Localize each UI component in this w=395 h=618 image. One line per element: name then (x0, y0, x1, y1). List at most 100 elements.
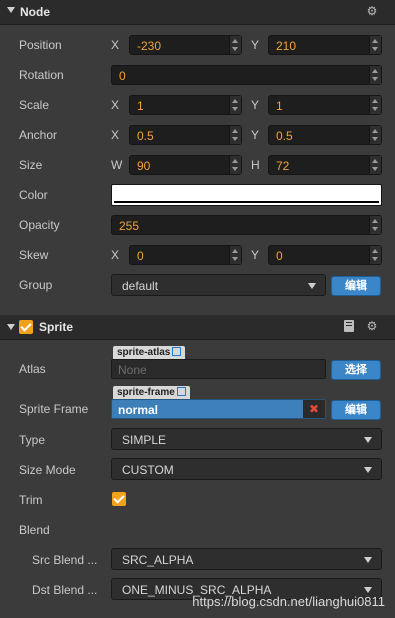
external-link-icon[interactable] (172, 347, 182, 356)
anchor-label: Anchor (19, 128, 58, 142)
group-label: Group (19, 278, 53, 292)
sprite-enabled-checkbox[interactable] (19, 320, 33, 334)
src-blend-select[interactable]: SRC_ALPHA (111, 548, 382, 570)
skew-x-input[interactable]: 0 (129, 245, 242, 265)
scale-y-input[interactable]: 1 (268, 95, 382, 115)
scale-label: Scale (19, 98, 50, 112)
rotation-value: 0 (119, 69, 126, 83)
anchor-y-axis-label: Y (251, 128, 260, 142)
clear-x-icon[interactable]: ✖ (303, 400, 325, 418)
skew-y-input[interactable]: 0 (268, 245, 382, 265)
dst-blend-label: Dst Blend ... (32, 583, 98, 597)
stepper-icon[interactable] (369, 96, 381, 114)
rotation-input[interactable]: 0 (111, 65, 382, 85)
type-select[interactable]: SIMPLE (111, 428, 382, 450)
stepper-icon[interactable] (369, 246, 381, 264)
node-title: Node (20, 5, 50, 19)
sprite-frame-tag-text: sprite-frame (117, 387, 175, 398)
anchor-y-value: 0.5 (276, 129, 293, 143)
size-height-value: 72 (276, 159, 290, 173)
color-label: Color (19, 188, 48, 202)
position-y-axis-label: Y (251, 38, 260, 52)
collapse-caret-icon[interactable] (7, 7, 15, 13)
sprite-frame-edit-button[interactable]: 编辑 (331, 400, 381, 420)
size-height-input[interactable]: 72 (268, 155, 382, 175)
skew-y-axis-label: Y (251, 248, 260, 262)
type-label: Type (19, 433, 46, 447)
anchor-x-input[interactable]: 0.5 (129, 125, 242, 145)
size-label: Size (19, 158, 43, 172)
stepper-icon[interactable] (229, 126, 241, 144)
stepper-icon[interactable] (229, 246, 241, 264)
size-width-input[interactable]: 90 (129, 155, 242, 175)
scale-x-axis-label: X (111, 98, 120, 112)
gear-icon[interactable]: ⚙ (365, 319, 379, 333)
anchor-x-value: 0.5 (137, 129, 154, 143)
position-y-input[interactable]: 210 (268, 35, 382, 55)
position-y-value: 210 (276, 39, 297, 53)
src-blend-label: Src Blend ... (32, 553, 98, 567)
dropdown-arrow-icon (364, 557, 372, 563)
scale-x-input[interactable]: 1 (129, 95, 242, 115)
sprite-frame-asset-field[interactable]: normal ✖ (111, 399, 326, 419)
size-h-axis-label: H (251, 158, 260, 172)
sprite-atlas-tag: sprite-atlas (113, 346, 186, 360)
sprite-title: Sprite (39, 320, 74, 334)
stepper-icon[interactable] (369, 156, 381, 174)
scale-x-value: 1 (137, 99, 144, 113)
group-select[interactable]: default (111, 274, 326, 296)
sprite-frame-asset-value: normal (118, 403, 159, 417)
stepper-icon[interactable] (369, 216, 381, 234)
scale-y-value: 1 (276, 99, 283, 113)
group-select-value: default (122, 279, 159, 293)
src-blend-select-value: SRC_ALPHA (122, 553, 194, 567)
stepper-icon[interactable] (229, 96, 241, 114)
stepper-icon[interactable] (229, 156, 241, 174)
size-mode-select[interactable]: CUSTOM (111, 458, 382, 480)
type-select-value: SIMPLE (122, 433, 167, 447)
opacity-value: 255 (119, 219, 140, 233)
trim-label: Trim (19, 493, 43, 507)
skew-y-value: 0 (276, 249, 283, 263)
sprite-frame-tag: sprite-frame (113, 386, 190, 400)
position-x-input[interactable]: -230 (129, 35, 242, 55)
size-w-axis-label: W (111, 158, 123, 172)
skew-x-value: 0 (137, 249, 144, 263)
dropdown-arrow-icon (364, 437, 372, 443)
skew-label: Skew (19, 248, 49, 262)
dropdown-arrow-icon (364, 467, 372, 473)
anchor-y-input[interactable]: 0.5 (268, 125, 382, 145)
atlas-asset-value: None (118, 363, 147, 377)
stepper-icon[interactable] (369, 126, 381, 144)
watermark-text: https://blog.csdn.net/lianghui0811 (192, 594, 385, 609)
trim-checkbox[interactable] (112, 492, 126, 506)
dropdown-arrow-icon (308, 283, 316, 289)
dropdown-arrow-icon (364, 587, 372, 593)
skew-x-axis-label: X (111, 248, 120, 262)
position-x-value: -230 (137, 39, 162, 53)
group-edit-button[interactable]: 编辑 (331, 276, 381, 296)
sprite-frame-label: Sprite Frame (19, 402, 89, 416)
opacity-input[interactable]: 255 (111, 215, 382, 235)
stepper-icon[interactable] (369, 66, 381, 84)
atlas-select-button[interactable]: 选择 (331, 360, 381, 380)
position-x-axis-label: X (111, 38, 120, 52)
size-mode-select-value: CUSTOM (122, 463, 174, 477)
stepper-icon[interactable] (369, 36, 381, 54)
external-link-icon[interactable] (176, 387, 186, 396)
node-section-header[interactable]: Node ⚙ (0, 0, 395, 25)
atlas-label: Atlas (19, 362, 46, 376)
atlas-asset-field[interactable]: None (111, 359, 326, 379)
collapse-caret-icon[interactable] (7, 324, 15, 330)
size-width-value: 90 (137, 159, 151, 173)
scale-y-axis-label: Y (251, 98, 260, 112)
sprite-section-header[interactable]: Sprite ⚙ (0, 315, 395, 340)
sprite-atlas-tag-text: sprite-atlas (117, 347, 171, 358)
position-label: Position (19, 38, 62, 52)
size-mode-label: Size Mode (19, 463, 76, 477)
color-picker-swatch[interactable] (111, 184, 382, 206)
blend-label: Blend (19, 523, 50, 537)
gear-icon[interactable]: ⚙ (365, 4, 379, 18)
help-book-icon[interactable] (344, 320, 354, 332)
stepper-icon[interactable] (229, 36, 241, 54)
